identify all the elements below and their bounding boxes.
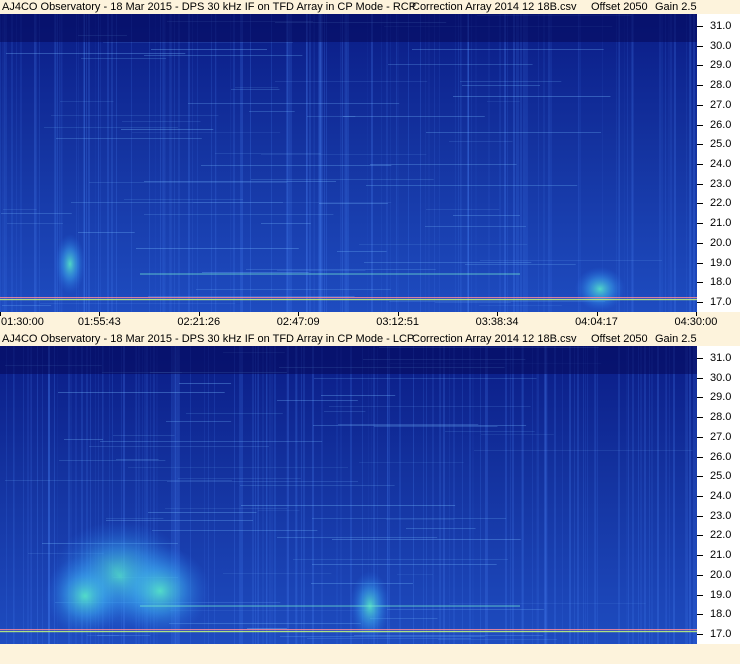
y-tick-label: 17.0: [710, 628, 732, 641]
y-tick: [697, 124, 703, 126]
y-tick-label: 20.0: [710, 568, 732, 581]
x-tick-label: 02:47:09: [276, 316, 320, 328]
y-tick: [697, 377, 703, 379]
y-tick: [697, 397, 703, 399]
y-tick: [697, 436, 703, 438]
y-tick-label: 30.0: [710, 39, 732, 52]
x-tick-label: 04:04:17: [575, 316, 618, 328]
y-tick-label: 23.0: [710, 177, 732, 190]
y-tick-label: 22.0: [710, 197, 732, 210]
y-tick: [697, 476, 703, 478]
y-tick: [697, 634, 703, 636]
y-tick-label: 22.0: [710, 529, 732, 542]
y-tick-label: 29.0: [710, 391, 732, 404]
y-tick: [697, 535, 703, 537]
spectrogram-image: [0, 346, 697, 644]
y-tick-label: 26.0: [710, 450, 732, 463]
y-tick: [697, 104, 703, 106]
y-tick-label: 21.0: [710, 217, 732, 230]
y-tick-label: 26.0: [710, 118, 732, 131]
y-tick: [697, 65, 703, 67]
correction-file-label: Correction Array 2014 12 18B.csv: [412, 333, 577, 345]
spectrogram-panel-lcp: AJ4CO Observatory - 18 Mar 2015 - DPS 30…: [0, 332, 740, 664]
y-tick-label: 25.0: [710, 470, 732, 483]
y-axis: 31.0 30.0 29.0 28.0 27.0 26.0 25.0 24.0 23.0 22.0…: [697, 14, 740, 312]
panel-title: AJ4CO Observatory - 18 Mar 2015 - DPS 30…: [2, 1, 417, 13]
x-axis: 01:30:00 01:55:43 02:21:26 02:47:09 03:12:51…: [0, 312, 740, 330]
y-tick-label: 28.0: [710, 411, 732, 424]
x-tick-label: 01:30:00: [1, 316, 44, 328]
offset-label: Offset 2050: [591, 1, 648, 13]
correction-file-label: Correction Array 2014 12 18B.csv: [412, 1, 577, 13]
y-tick: [697, 282, 703, 284]
y-tick-label: 24.0: [710, 489, 732, 502]
panel-header: AJ4CO Observatory - 18 Mar 2015 - DPS 30…: [0, 0, 740, 14]
y-tick: [697, 242, 703, 244]
y-tick: [697, 163, 703, 165]
y-tick: [697, 417, 703, 419]
x-tick-label: 01:55:43: [77, 316, 121, 328]
panel-header: AJ4CO Observatory - 18 Mar 2015 - DPS 30…: [0, 332, 740, 346]
y-tick: [697, 594, 703, 596]
y-tick: [697, 262, 703, 264]
y-tick: [697, 357, 703, 359]
spectrogram-image: [0, 14, 697, 312]
x-axis: [0, 644, 740, 662]
y-axis: 31.0 30.0 29.0 28.0 27.0 26.0 25.0 24.0 23.0 22.0…: [697, 346, 740, 644]
y-tick: [697, 25, 703, 27]
spectrogram-plot: [0, 14, 697, 312]
y-tick-label: 31.0: [710, 351, 732, 364]
y-tick-label: 27.0: [710, 430, 732, 443]
y-tick-label: 31.0: [710, 19, 732, 32]
y-tick: [697, 456, 703, 458]
x-tick-label: 03:12:51: [376, 316, 420, 328]
y-tick-label: 17.0: [710, 296, 732, 309]
offset-label: Offset 2050: [591, 333, 648, 345]
y-tick-label: 20.0: [710, 236, 732, 249]
y-tick: [697, 574, 703, 576]
y-tick: [697, 495, 703, 497]
panel-title: AJ4CO Observatory - 18 Mar 2015 - DPS 30…: [2, 333, 415, 345]
y-tick: [697, 302, 703, 304]
y-tick: [697, 144, 703, 146]
y-tick: [697, 203, 703, 205]
y-tick-label: 23.0: [710, 509, 732, 522]
spectrogram-plot: [0, 346, 697, 644]
y-tick-label: 29.0: [710, 59, 732, 72]
y-tick: [697, 183, 703, 185]
y-tick: [697, 223, 703, 225]
y-tick-label: 30.0: [710, 371, 732, 384]
x-tick-label: 04:30:00: [674, 316, 718, 328]
x-tick-label: 03:38:34: [475, 316, 519, 328]
y-tick-label: 24.0: [710, 157, 732, 170]
gain-label: Gain 2.5: [655, 333, 697, 345]
y-tick-label: 28.0: [710, 79, 732, 92]
x-tick-label: 02:21:26: [177, 316, 221, 328]
spectrogram-page: { "chart_data": [ { "type": "heatmap", "…: [0, 0, 740, 664]
y-tick: [697, 515, 703, 517]
y-tick: [697, 555, 703, 557]
y-tick: [697, 614, 703, 616]
y-tick-label: 19.0: [710, 256, 732, 269]
y-tick-label: 25.0: [710, 138, 732, 151]
spectrogram-panel-rcp: AJ4CO Observatory - 18 Mar 2015 - DPS 30…: [0, 0, 740, 330]
y-tick: [697, 85, 703, 87]
y-tick: [697, 45, 703, 47]
gain-label: Gain 2.5: [655, 1, 697, 13]
y-tick-label: 18.0: [710, 276, 732, 289]
y-tick-label: 27.0: [710, 98, 732, 111]
y-tick-label: 21.0: [710, 549, 732, 562]
y-tick-label: 19.0: [710, 588, 732, 601]
y-tick-label: 18.0: [710, 608, 732, 621]
